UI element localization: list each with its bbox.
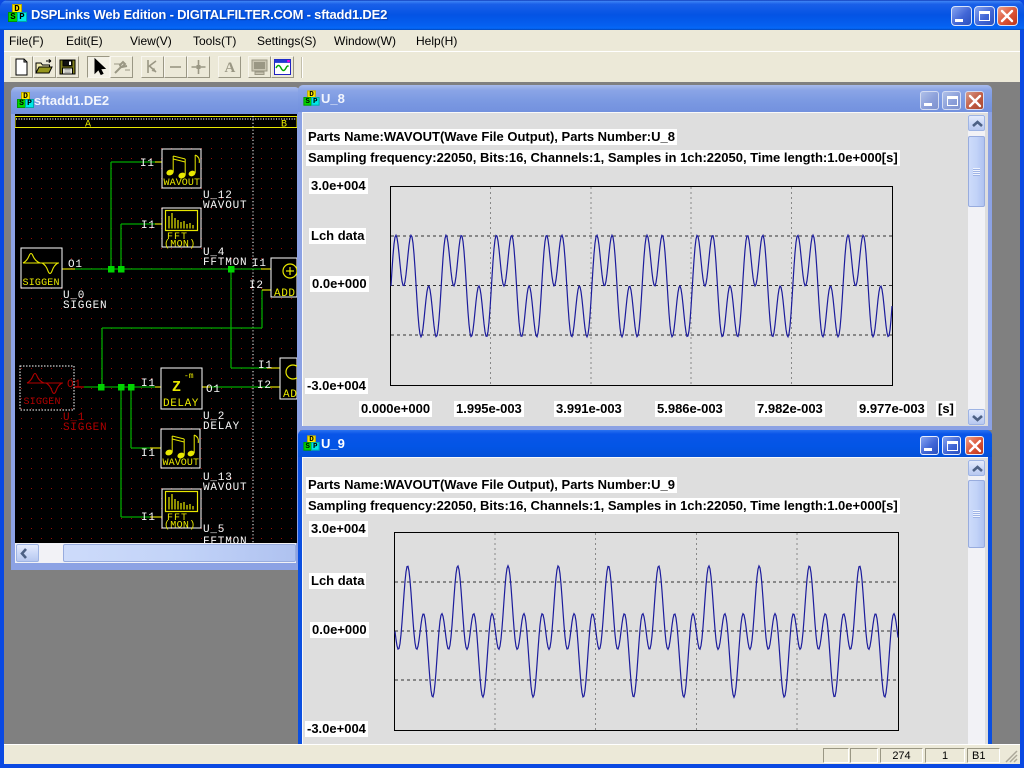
svg-text:O1: O1: [67, 379, 82, 391]
svg-text:DELAY: DELAY: [163, 398, 199, 410]
svg-text:FFTMON: FFTMON: [203, 536, 247, 543]
svg-text:A: A: [85, 120, 91, 131]
svg-text:SIGGEN: SIGGEN: [63, 422, 107, 434]
svg-text:SIGGEN: SIGGEN: [23, 278, 60, 289]
svg-text:SIGGEN: SIGGEN: [63, 300, 107, 312]
svg-text:O1: O1: [68, 259, 83, 271]
svg-text:SIGGEN: SIGGEN: [24, 397, 61, 408]
svg-text:Z: Z: [172, 379, 181, 396]
svg-text:I1: I1: [252, 258, 267, 270]
svg-text:WAVOUT: WAVOUT: [203, 482, 247, 494]
svg-text:I1: I1: [141, 448, 156, 460]
svg-text:-m: -m: [184, 372, 194, 381]
svg-text:I1: I1: [141, 378, 156, 390]
svg-text:WAVOUT: WAVOUT: [163, 458, 200, 469]
svg-text:WAVOUT: WAVOUT: [164, 178, 201, 189]
svg-text:I2: I2: [249, 280, 264, 292]
svg-text:I1: I1: [141, 220, 156, 232]
svg-text:FFTMON: FFTMON: [203, 257, 247, 269]
svg-text:I1: I1: [258, 360, 273, 372]
svg-text:U_5: U_5: [203, 524, 225, 536]
svg-text:I2: I2: [257, 380, 272, 392]
svg-text:I1: I1: [141, 512, 156, 524]
svg-text:B: B: [281, 120, 287, 131]
svg-text:I1: I1: [140, 158, 155, 170]
svg-text:(MON): (MON): [164, 239, 196, 251]
svg-text:DELAY: DELAY: [203, 421, 240, 433]
svg-text:ADD: ADD: [274, 288, 296, 300]
svg-text:(MON): (MON): [164, 520, 196, 532]
svg-text:WAVOUT: WAVOUT: [203, 200, 247, 212]
svg-text:AD: AD: [283, 389, 297, 401]
svg-text:O1: O1: [206, 384, 221, 396]
svg-text:A: A: [225, 60, 236, 76]
